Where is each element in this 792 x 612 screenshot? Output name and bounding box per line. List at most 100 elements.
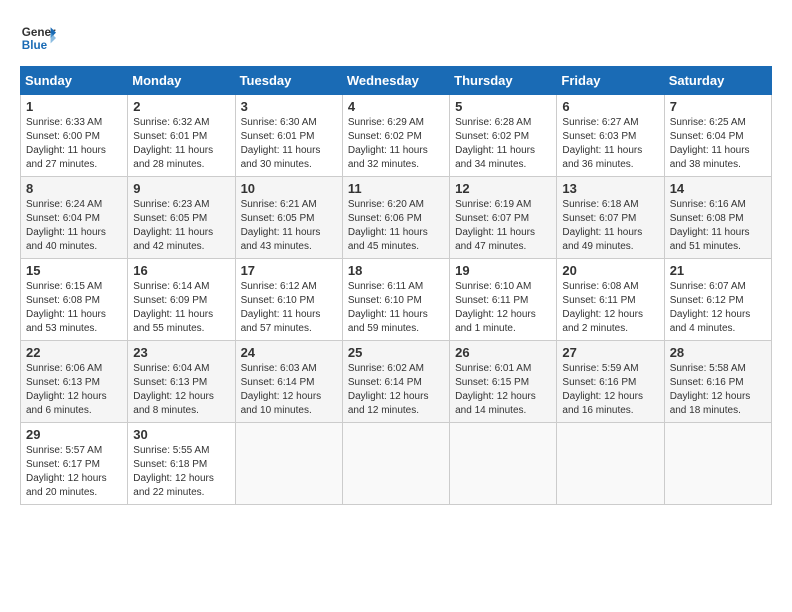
- week-row-1: 1 Sunrise: 6:33 AM Sunset: 6:00 PM Daylig…: [21, 95, 772, 177]
- calendar-body: 1 Sunrise: 6:33 AM Sunset: 6:00 PM Daylig…: [21, 95, 772, 505]
- day-info: Sunrise: 6:03 AM Sunset: 6:14 PM Dayligh…: [241, 362, 337, 418]
- day-info: Sunrise: 6:25 AM Sunset: 6:04 PM Dayligh…: [670, 116, 766, 172]
- weekday-monday: Monday: [128, 67, 235, 95]
- day-number: 8: [26, 181, 122, 196]
- day-number: 12: [455, 181, 551, 196]
- weekday-saturday: Saturday: [664, 67, 771, 95]
- day-info: Sunrise: 5:59 AM Sunset: 6:16 PM Dayligh…: [562, 362, 658, 418]
- day-number: 15: [26, 263, 122, 278]
- day-number: 27: [562, 345, 658, 360]
- day-cell: 17 Sunrise: 6:12 AM Sunset: 6:10 PM Dayli…: [235, 259, 342, 341]
- day-info: Sunrise: 6:01 AM Sunset: 6:15 PM Dayligh…: [455, 362, 551, 418]
- day-number: 4: [348, 99, 444, 114]
- day-info: Sunrise: 5:57 AM Sunset: 6:17 PM Dayligh…: [26, 444, 122, 500]
- day-info: Sunrise: 6:21 AM Sunset: 6:05 PM Dayligh…: [241, 198, 337, 254]
- day-cell: 27 Sunrise: 5:59 AM Sunset: 6:16 PM Dayli…: [557, 341, 664, 423]
- day-info: Sunrise: 6:14 AM Sunset: 6:09 PM Dayligh…: [133, 280, 229, 336]
- day-info: Sunrise: 6:16 AM Sunset: 6:08 PM Dayligh…: [670, 198, 766, 254]
- day-cell: [235, 423, 342, 505]
- day-cell: [450, 423, 557, 505]
- calendar-table: SundayMondayTuesdayWednesdayThursdayFrid…: [20, 66, 772, 505]
- day-number: 6: [562, 99, 658, 114]
- day-number: 26: [455, 345, 551, 360]
- day-cell: 19Sunrise: 6:10 AM Sunset: 6:11 PM Dayli…: [450, 259, 557, 341]
- day-cell: 3Sunrise: 6:30 AM Sunset: 6:01 PM Daylig…: [235, 95, 342, 177]
- day-info: Sunrise: 6:07 AM Sunset: 6:12 PM Dayligh…: [670, 280, 766, 336]
- day-cell: [557, 423, 664, 505]
- day-number: 11: [348, 181, 444, 196]
- day-number: 16: [133, 263, 229, 278]
- day-number: 1: [26, 99, 122, 114]
- day-info: Sunrise: 6:27 AM Sunset: 6:03 PM Dayligh…: [562, 116, 658, 172]
- day-cell: 24 Sunrise: 6:03 AM Sunset: 6:14 PM Dayli…: [235, 341, 342, 423]
- day-cell: 23 Sunrise: 6:04 AM Sunset: 6:13 PM Dayli…: [128, 341, 235, 423]
- day-cell: 26 Sunrise: 6:01 AM Sunset: 6:15 PM Dayli…: [450, 341, 557, 423]
- day-info: Sunrise: 6:08 AM Sunset: 6:11 PM Dayligh…: [562, 280, 658, 336]
- day-number: 3: [241, 99, 337, 114]
- day-info: Sunrise: 6:20 AM Sunset: 6:06 PM Dayligh…: [348, 198, 444, 254]
- day-number: 28: [670, 345, 766, 360]
- day-info: Sunrise: 5:55 AM Sunset: 6:18 PM Dayligh…: [133, 444, 229, 500]
- day-number: 25: [348, 345, 444, 360]
- week-row-2: 8 Sunrise: 6:24 AM Sunset: 6:04 PM Daylig…: [21, 177, 772, 259]
- day-number: 17: [241, 263, 337, 278]
- day-number: 30: [133, 427, 229, 442]
- day-number: 9: [133, 181, 229, 196]
- day-info: Sunrise: 6:04 AM Sunset: 6:13 PM Dayligh…: [133, 362, 229, 418]
- day-cell: 18Sunrise: 6:11 AM Sunset: 6:10 PM Dayli…: [342, 259, 449, 341]
- week-row-4: 22 Sunrise: 6:06 AM Sunset: 6:13 PM Dayli…: [21, 341, 772, 423]
- day-cell: [664, 423, 771, 505]
- day-cell: 8 Sunrise: 6:24 AM Sunset: 6:04 PM Daylig…: [21, 177, 128, 259]
- day-number: 22: [26, 345, 122, 360]
- weekday-tuesday: Tuesday: [235, 67, 342, 95]
- day-info: Sunrise: 6:28 AM Sunset: 6:02 PM Dayligh…: [455, 116, 551, 172]
- day-cell: [342, 423, 449, 505]
- weekday-friday: Friday: [557, 67, 664, 95]
- day-cell: 29Sunrise: 5:57 AM Sunset: 6:17 PM Dayli…: [21, 423, 128, 505]
- week-row-3: 15Sunrise: 6:15 AM Sunset: 6:08 PM Dayli…: [21, 259, 772, 341]
- day-cell: 15Sunrise: 6:15 AM Sunset: 6:08 PM Dayli…: [21, 259, 128, 341]
- day-info: Sunrise: 6:23 AM Sunset: 6:05 PM Dayligh…: [133, 198, 229, 254]
- weekday-thursday: Thursday: [450, 67, 557, 95]
- day-cell: 7 Sunrise: 6:25 AM Sunset: 6:04 PM Daylig…: [664, 95, 771, 177]
- day-cell: 20 Sunrise: 6:08 AM Sunset: 6:11 PM Dayli…: [557, 259, 664, 341]
- day-cell: 6 Sunrise: 6:27 AM Sunset: 6:03 PM Daylig…: [557, 95, 664, 177]
- day-cell: 28 Sunrise: 5:58 AM Sunset: 6:16 PM Dayli…: [664, 341, 771, 423]
- day-number: 7: [670, 99, 766, 114]
- day-info: Sunrise: 6:18 AM Sunset: 6:07 PM Dayligh…: [562, 198, 658, 254]
- day-cell: 22 Sunrise: 6:06 AM Sunset: 6:13 PM Dayli…: [21, 341, 128, 423]
- day-info: Sunrise: 6:02 AM Sunset: 6:14 PM Dayligh…: [348, 362, 444, 418]
- day-cell: 14 Sunrise: 6:16 AM Sunset: 6:08 PM Dayli…: [664, 177, 771, 259]
- day-number: 20: [562, 263, 658, 278]
- day-number: 23: [133, 345, 229, 360]
- day-info: Sunrise: 6:33 AM Sunset: 6:00 PM Dayligh…: [26, 116, 122, 172]
- day-number: 21: [670, 263, 766, 278]
- day-cell: 25 Sunrise: 6:02 AM Sunset: 6:14 PM Dayli…: [342, 341, 449, 423]
- page-header: General Blue: [20, 20, 772, 56]
- logo: General Blue: [20, 20, 56, 56]
- day-cell: 21 Sunrise: 6:07 AM Sunset: 6:12 PM Dayli…: [664, 259, 771, 341]
- day-number: 5: [455, 99, 551, 114]
- day-info: Sunrise: 6:12 AM Sunset: 6:10 PM Dayligh…: [241, 280, 337, 336]
- day-cell: 13 Sunrise: 6:18 AM Sunset: 6:07 PM Dayli…: [557, 177, 664, 259]
- day-number: 24: [241, 345, 337, 360]
- day-cell: 16 Sunrise: 6:14 AM Sunset: 6:09 PM Dayli…: [128, 259, 235, 341]
- day-number: 18: [348, 263, 444, 278]
- day-info: Sunrise: 6:29 AM Sunset: 6:02 PM Dayligh…: [348, 116, 444, 172]
- day-cell: 2Sunrise: 6:32 AM Sunset: 6:01 PM Daylig…: [128, 95, 235, 177]
- day-cell: 12Sunrise: 6:19 AM Sunset: 6:07 PM Dayli…: [450, 177, 557, 259]
- day-number: 19: [455, 263, 551, 278]
- day-number: 2: [133, 99, 229, 114]
- day-number: 14: [670, 181, 766, 196]
- day-number: 10: [241, 181, 337, 196]
- day-cell: 5 Sunrise: 6:28 AM Sunset: 6:02 PM Daylig…: [450, 95, 557, 177]
- svg-text:Blue: Blue: [22, 39, 48, 52]
- day-info: Sunrise: 6:06 AM Sunset: 6:13 PM Dayligh…: [26, 362, 122, 418]
- day-cell: 1 Sunrise: 6:33 AM Sunset: 6:00 PM Daylig…: [21, 95, 128, 177]
- day-cell: 4 Sunrise: 6:29 AM Sunset: 6:02 PM Daylig…: [342, 95, 449, 177]
- day-info: Sunrise: 6:24 AM Sunset: 6:04 PM Dayligh…: [26, 198, 122, 254]
- day-info: Sunrise: 5:58 AM Sunset: 6:16 PM Dayligh…: [670, 362, 766, 418]
- weekday-sunday: Sunday: [21, 67, 128, 95]
- day-number: 13: [562, 181, 658, 196]
- logo-icon: General Blue: [20, 20, 56, 56]
